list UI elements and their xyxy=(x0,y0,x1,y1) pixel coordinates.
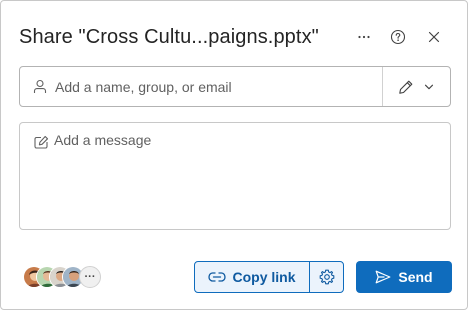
dialog-title: Share "Cross Cultu...paigns.pptx" xyxy=(19,26,319,48)
close-icon xyxy=(428,31,440,43)
more-people-indicator[interactable]: ··· xyxy=(79,266,101,288)
permission-dropdown[interactable] xyxy=(388,73,444,101)
field-divider xyxy=(382,67,383,106)
question-circle-icon xyxy=(390,29,406,45)
gear-icon xyxy=(319,269,334,285)
message-edit-icon xyxy=(34,135,49,149)
message-input[interactable] xyxy=(54,132,442,222)
recipients-field xyxy=(19,66,451,107)
send-icon xyxy=(375,270,391,284)
send-label: Send xyxy=(398,269,433,285)
ellipsis-icon xyxy=(358,35,370,39)
share-dialog: Share "Cross Cultu...paigns.pptx" Add a … xyxy=(0,0,468,310)
person-icon xyxy=(33,79,47,93)
copy-link-button[interactable]: Copy link xyxy=(194,261,310,293)
close-button[interactable] xyxy=(421,24,447,50)
pencil-icon xyxy=(399,80,413,94)
chevron-down-icon xyxy=(424,84,434,90)
help-button[interactable] xyxy=(385,24,411,50)
more-options-button[interactable] xyxy=(351,24,377,50)
shared-with-avatars[interactable]: ··· xyxy=(23,266,103,290)
link-icon xyxy=(208,272,227,282)
recipients-input[interactable] xyxy=(55,73,375,101)
send-button[interactable]: Send xyxy=(356,261,452,293)
copy-link-label: Copy link xyxy=(232,269,296,285)
link-settings-button[interactable] xyxy=(309,261,344,293)
message-field xyxy=(19,122,451,230)
